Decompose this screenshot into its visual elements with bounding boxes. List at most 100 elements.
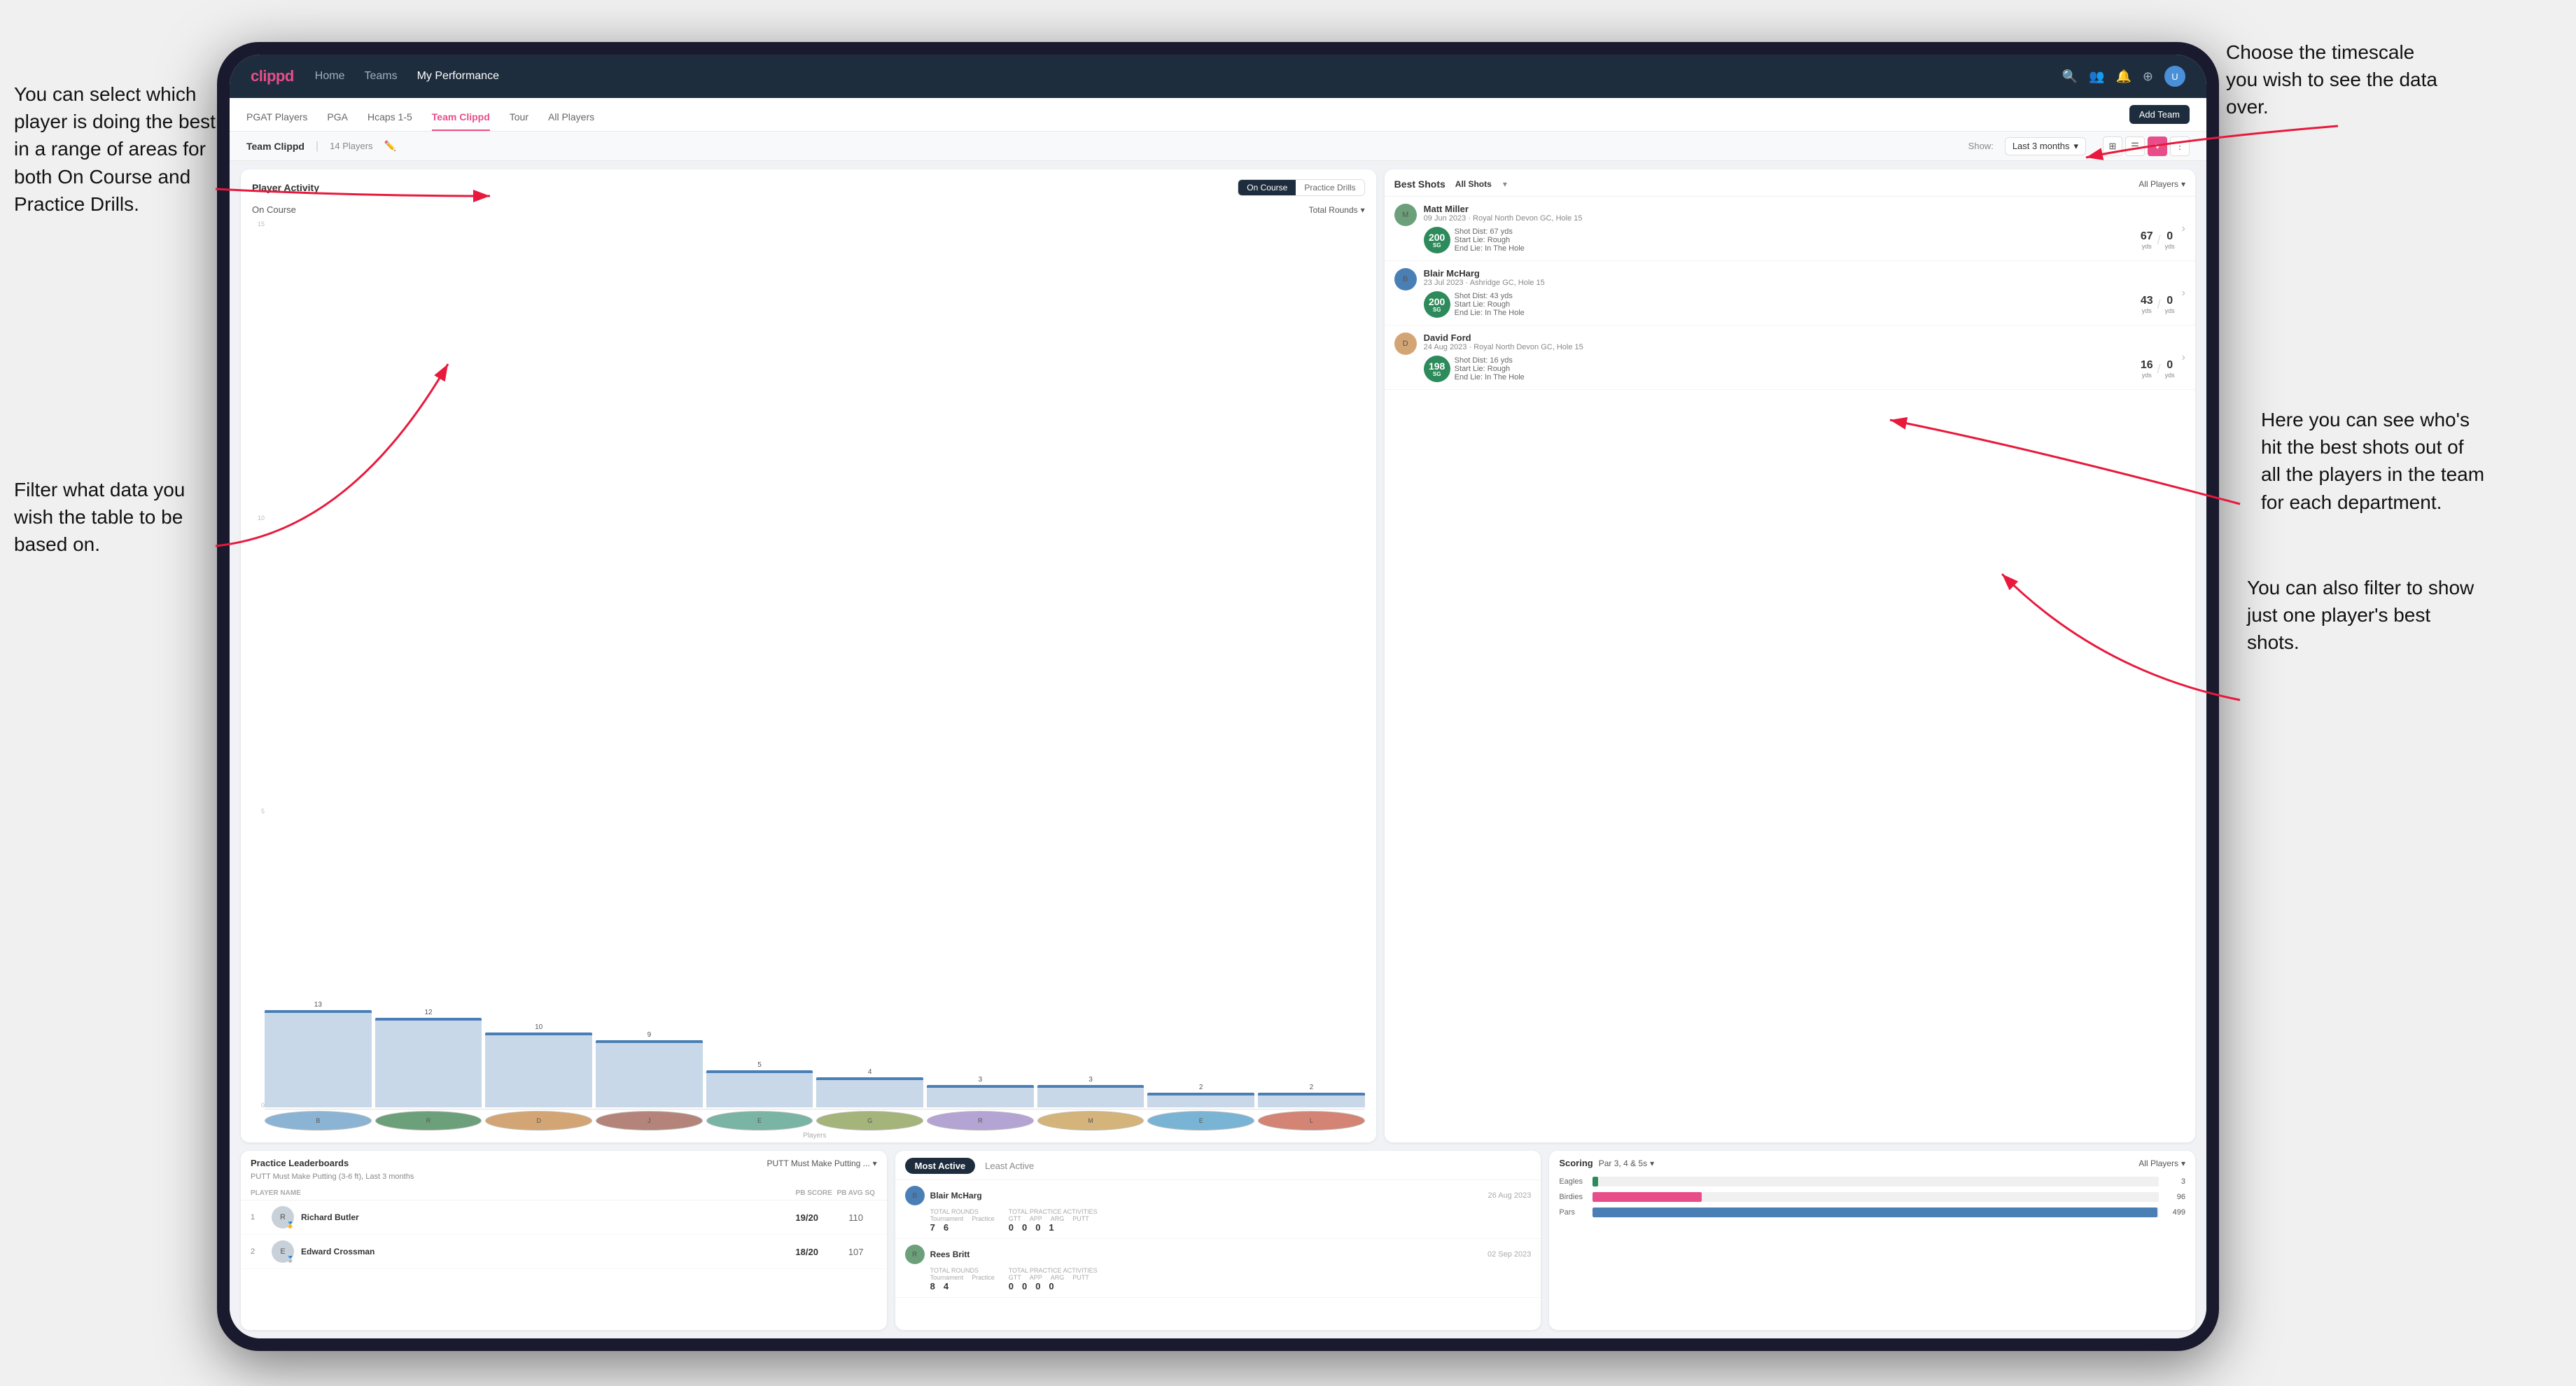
bar-8[interactable] (1147, 1093, 1254, 1107)
bar-col-6: 3 (927, 220, 1034, 1107)
nav-my-performance[interactable]: My Performance (417, 70, 499, 83)
bar-value-2: 10 (535, 1023, 542, 1031)
avatars-row: BRDJEGRMEL (265, 1111, 1365, 1130)
tab-pgat-players[interactable]: PGAT Players (246, 111, 307, 131)
annotation-filter: Filter what data you wish the table to b… (14, 476, 217, 559)
shot-chevron-2[interactable]: › (2182, 351, 2185, 364)
active-stats-row-0: Total Rounds Tournament Practice 7 6 Tot… (905, 1208, 1532, 1233)
scoring-filter-dropdown[interactable]: Par 3, 4 & 5s ▾ (1599, 1158, 1654, 1168)
on-course-toggle[interactable]: On Course (1238, 180, 1296, 195)
most-active-tab[interactable]: Most Active (905, 1158, 975, 1174)
chart-controls: On Course Total Rounds ▾ (241, 202, 1376, 220)
add-team-button[interactable]: Add Team (2129, 105, 2190, 124)
bar-highlight-1 (375, 1018, 482, 1021)
bar-4[interactable] (706, 1070, 813, 1107)
users-icon[interactable]: 👥 (2089, 69, 2104, 84)
edit-icon[interactable]: ✏️ (384, 140, 396, 152)
bar-2[interactable] (485, 1032, 592, 1107)
subnav: PGAT Players PGA Hcaps 1-5 Team Clippd T… (230, 98, 2206, 132)
leaderboard-row-1[interactable]: 2 E 🥈 Edward Crossman 18/20 107 (241, 1235, 887, 1269)
y-label-10: 10 (252, 514, 265, 522)
shot-player-name-1: Blair McHarg (1424, 268, 2175, 279)
shot-metric1-1: 43 yds (2141, 295, 2153, 314)
bar-0[interactable] (265, 1010, 372, 1107)
bar-value-0: 13 (314, 1001, 322, 1009)
scoring-card: Scoring Par 3, 4 & 5s ▾ All Players ▾ Ea… (1549, 1151, 2195, 1330)
bar-highlight-0 (265, 1010, 372, 1013)
shots-list: M Matt Miller 09 Jun 2023 · Royal North … (1385, 197, 2195, 390)
bell-icon[interactable]: 🔔 (2115, 69, 2131, 84)
bar-9[interactable] (1258, 1093, 1365, 1107)
shot-item-0[interactable]: M Matt Miller 09 Jun 2023 · Royal North … (1385, 197, 2195, 261)
active-player-row-1[interactable]: R Rees Britt 02 Sep 2023 Total Rounds To… (895, 1239, 1541, 1298)
active-player-top-1: R Rees Britt 02 Sep 2023 (905, 1245, 1532, 1264)
rounds-stat-group-0: Total Rounds Tournament Practice 7 6 (930, 1208, 995, 1233)
search-icon[interactable]: 🔍 (2062, 69, 2078, 84)
shot-item-2[interactable]: D David Ford 24 Aug 2023 · Royal North D… (1385, 326, 2195, 390)
bar-col-9: 2 (1258, 220, 1365, 1107)
player-activity-card: Player Activity On Course Practice Drill… (241, 169, 1376, 1142)
filter-view-button[interactable]: ⋮ (2170, 136, 2190, 156)
grid-view-button[interactable]: ⊞ (2103, 136, 2122, 156)
shot-chevron-1[interactable]: › (2182, 287, 2185, 300)
shots-tab-all[interactable]: All Shots (1451, 178, 1496, 190)
least-active-tab[interactable]: Least Active (975, 1158, 1044, 1174)
tab-all-players[interactable]: All Players (548, 111, 594, 131)
shot-dist-info-0: Shot Dist: 67 yds Start Lie: Rough End L… (1455, 227, 2136, 253)
list-view-button[interactable]: ☰ (2125, 136, 2145, 156)
shot-player-meta-2: 24 Aug 2023 · Royal North Devon GC, Hole… (1424, 343, 2175, 351)
plus-circle-icon[interactable]: ⊕ (2143, 69, 2153, 84)
leaderboard-row-0[interactable]: 1 R 🥇 Richard Butler 19/20 110 (241, 1200, 887, 1235)
chart-metric-dropdown[interactable]: Total Rounds ▾ (1309, 205, 1365, 215)
navbar-icons: 🔍 👥 🔔 ⊕ U (2062, 66, 2185, 87)
user-avatar[interactable]: U (2164, 66, 2185, 87)
shot-player-meta-0: 09 Jun 2023 · Royal North Devon GC, Hole… (1424, 214, 2175, 223)
bar-6[interactable] (927, 1085, 1034, 1107)
lb-rank-0: 1 (251, 1213, 265, 1222)
active-player-row-0[interactable]: B Blair McHarg 26 Aug 2023 Total Rounds … (895, 1180, 1541, 1239)
heart-view-button[interactable]: ♥ (2148, 136, 2167, 156)
player-avatar-4: E (706, 1111, 813, 1130)
scoring-players-label: All Players (2138, 1158, 2178, 1168)
shot-item-1[interactable]: B Blair McHarg 23 Jul 2023 · Ashridge GC… (1385, 261, 2195, 326)
practice-drills-toggle[interactable]: Practice Drills (1296, 180, 1364, 195)
shots-players-dropdown[interactable]: All Players ▾ (2138, 179, 2185, 189)
tab-pga[interactable]: PGA (327, 111, 348, 131)
shot-avatar-1: B (1394, 268, 1417, 290)
tab-team-clippd[interactable]: Team Clippd (432, 111, 490, 131)
shot-metric2-2: 0 yds (2165, 359, 2175, 379)
y-axis-labels: 15 10 5 0 (252, 220, 265, 1140)
chart-axis-line (265, 1109, 1365, 1110)
nav-teams[interactable]: Teams (364, 70, 397, 83)
bar-col-8: 2 (1147, 220, 1254, 1107)
y-label-5: 5 (252, 808, 265, 815)
best-shots-title: Best Shots (1394, 178, 1446, 190)
main-content: Player Activity On Course Practice Drill… (230, 161, 2206, 1338)
scoring-track-0 (1592, 1177, 2159, 1186)
show-dropdown[interactable]: Last 3 months ▾ (2005, 137, 2086, 155)
scoring-players-dropdown[interactable]: All Players ▾ (2138, 1158, 2185, 1168)
leaderboard-dropdown[interactable]: PUTT Must Make Putting ... ▾ (766, 1158, 876, 1168)
team-name: Team Clippd (246, 141, 304, 152)
bar-5[interactable] (816, 1077, 923, 1107)
bar-1[interactable] (375, 1018, 482, 1107)
bar-3[interactable] (596, 1040, 703, 1107)
rounds-stat-group-1: Total Rounds Tournament Practice 8 4 (930, 1267, 995, 1292)
tab-tour[interactable]: Tour (510, 111, 528, 131)
player-avatar-0: B (265, 1111, 372, 1130)
shot-sep-0: / (2157, 233, 2161, 248)
bar-7[interactable] (1037, 1085, 1144, 1107)
bar-highlight-4 (706, 1070, 813, 1073)
scoring-bar-row-0: Eagles 3 (1559, 1177, 2185, 1186)
chevron-down-icon: ▾ (2073, 141, 2078, 152)
most-active-card: Most Active Least Active B Blair McHarg … (895, 1151, 1541, 1330)
nav-home[interactable]: Home (315, 70, 345, 83)
shot-sep-1: / (2157, 298, 2161, 312)
tab-hcaps[interactable]: Hcaps 1-5 (368, 111, 412, 131)
shots-filter: All Shots ▾ (1451, 178, 1511, 190)
shot-metric2-0: 0 yds (2165, 230, 2175, 250)
shot-avatar-2: D (1394, 332, 1417, 355)
bar-highlight-2 (485, 1032, 592, 1035)
bar-col-0: 13 (265, 220, 372, 1107)
shot-chevron-0[interactable]: › (2182, 223, 2185, 235)
